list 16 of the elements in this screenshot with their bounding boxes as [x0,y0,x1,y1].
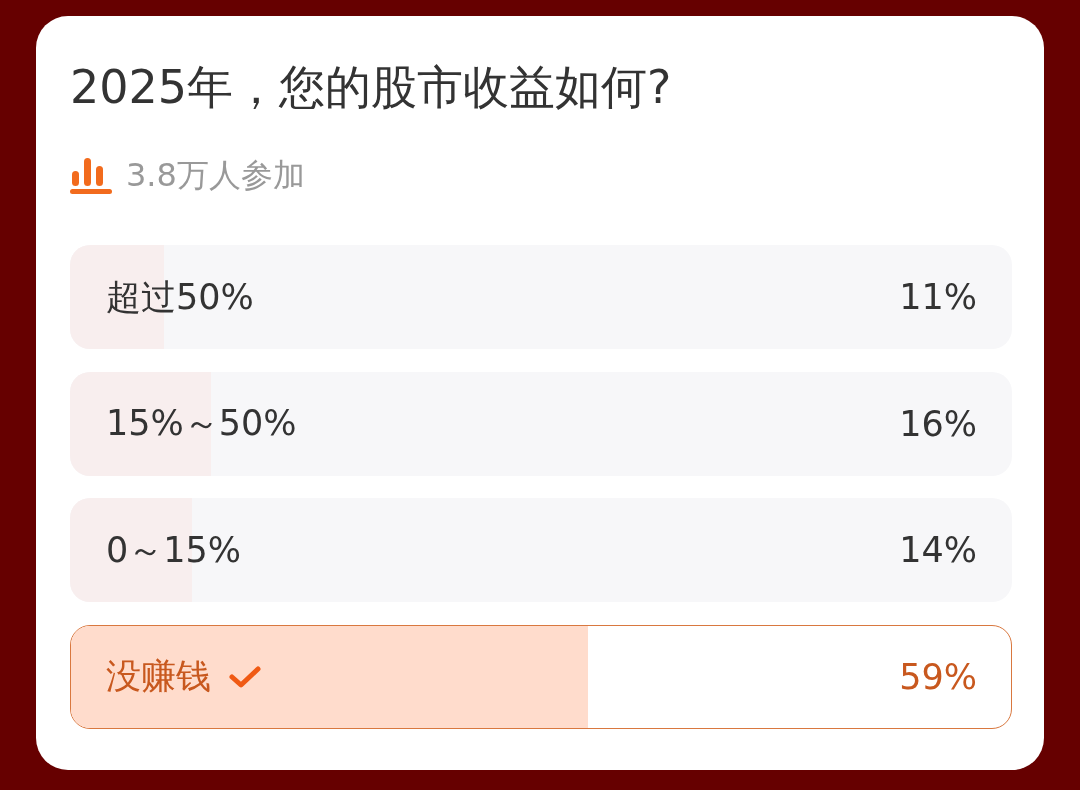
poll-option[interactable]: 0～15% 14% [70,498,1012,602]
bar-chart-icon [70,158,112,194]
option-label: 15%～50% [106,402,297,445]
option-label: 0～15% [106,528,242,572]
option-percent: 14% [899,530,977,570]
poll-option[interactable]: 超过50% 11% [70,245,1012,349]
poll-option[interactable]: 15%～50% 16% [70,371,1012,476]
option-percent: 59% [899,656,977,697]
option-percent: 16% [899,403,977,444]
option-label: 没赚钱 [106,655,211,698]
option-percent: 11% [899,277,977,317]
poll-option[interactable]: 没赚钱 59% [70,624,1012,729]
option-label: 超过50% [106,275,254,319]
participant-count: 3.8万人参加 [126,155,305,196]
poll-title: 2025年，您的股市收益如何? [70,59,673,116]
check-icon [229,664,261,689]
